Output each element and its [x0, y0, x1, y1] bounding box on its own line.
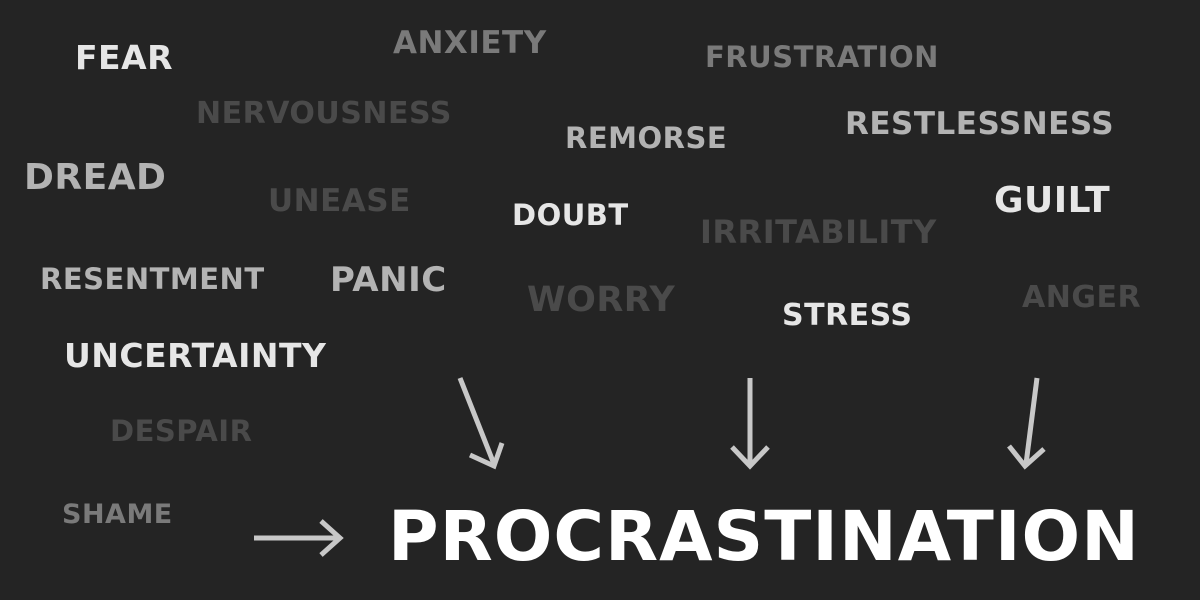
arrow-down-center-icon: [730, 378, 770, 470]
word-cloud-canvas: FEAR ANXIETY FRUSTRATION NERVOUSNESS REM…: [0, 0, 1200, 600]
arrow-right-icon: [254, 519, 344, 557]
procrastination-heading: PROCRASTINATION: [388, 497, 1140, 577]
arrow-down-right-icon: [1007, 377, 1046, 470]
arrow-diagonal-left-icon: [457, 377, 505, 470]
